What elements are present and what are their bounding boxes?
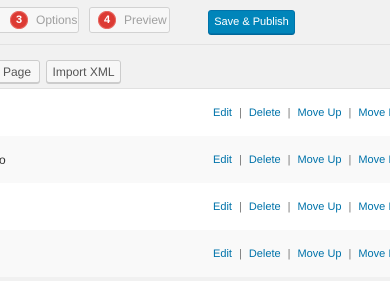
step-options[interactable]: 3 Options	[0, 7, 79, 33]
move-down-link[interactable]: Move I	[358, 201, 390, 213]
move-down-link[interactable]: Move I	[358, 248, 390, 260]
list-item: o Edit | Delete | Move Up | Move I	[0, 136, 390, 183]
list-item: Edit | Delete | Move Up | Move I	[0, 89, 390, 136]
move-down-link[interactable]: Move I	[358, 107, 390, 119]
separator: |	[287, 106, 291, 119]
separator: |	[287, 153, 291, 166]
step-label: Options	[36, 13, 78, 27]
move-down-link[interactable]: Move I	[358, 154, 390, 166]
delete-link[interactable]: Delete	[249, 248, 281, 260]
separator: |	[287, 247, 291, 260]
wizard-header: 3 Options 4 Preview Save & Publish	[0, 0, 390, 44]
row-actions: Edit | Delete | Move Up | Move I	[213, 107, 390, 119]
add-page-button[interactable]: l Page	[0, 60, 40, 83]
import-xml-button[interactable]: Import XML	[46, 60, 121, 83]
separator: |	[348, 106, 352, 119]
move-up-link[interactable]: Move Up	[297, 201, 341, 213]
edit-link[interactable]: Edit	[213, 107, 232, 119]
edit-link[interactable]: Edit	[213, 248, 232, 260]
move-up-link[interactable]: Move Up	[297, 248, 341, 260]
separator: |	[238, 153, 242, 166]
delete-link[interactable]: Delete	[249, 201, 281, 213]
separator: |	[287, 200, 291, 213]
separator: |	[238, 106, 242, 119]
delete-link[interactable]: Delete	[249, 107, 281, 119]
step-preview[interactable]: 4 Preview	[89, 7, 170, 33]
divider	[0, 44, 390, 45]
row-title: o	[0, 152, 6, 167]
delete-link[interactable]: Delete	[249, 154, 281, 166]
separator: |	[348, 247, 352, 260]
list-item: Edit | Delete | Move Up | Move I	[0, 230, 390, 277]
move-up-link[interactable]: Move Up	[297, 107, 341, 119]
save-publish-button[interactable]: Save & Publish	[208, 10, 295, 34]
page-list: Edit | Delete | Move Up | Move I o Edit | De…	[0, 88, 390, 281]
step-label: Preview	[124, 13, 167, 27]
edit-link[interactable]: Edit	[213, 201, 232, 213]
separator: |	[238, 200, 242, 213]
row-actions: Edit | Delete | Move Up | Move I	[213, 201, 390, 213]
edit-link[interactable]: Edit	[213, 154, 232, 166]
separator: |	[348, 153, 352, 166]
separator: |	[348, 200, 352, 213]
step-number-badge: 3	[10, 11, 28, 29]
step-number-badge: 4	[98, 11, 116, 29]
move-up-link[interactable]: Move Up	[297, 154, 341, 166]
row-actions: Edit | Delete | Move Up | Move I	[213, 154, 390, 166]
list-item: Edit | Delete | Move Up | Move I	[0, 183, 390, 230]
row-actions: Edit | Delete | Move Up | Move I	[213, 248, 390, 260]
separator: |	[238, 247, 242, 260]
